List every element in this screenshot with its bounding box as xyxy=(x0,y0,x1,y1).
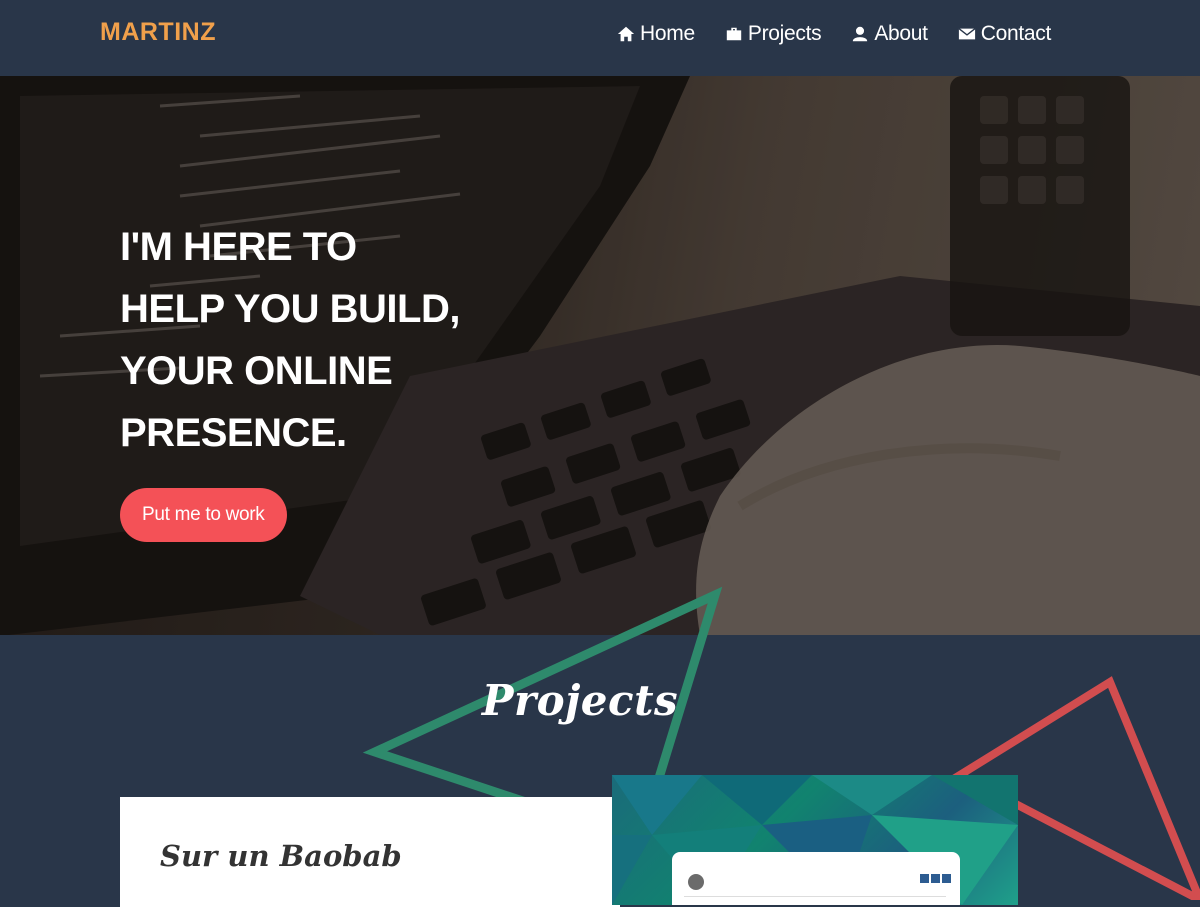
preview-header xyxy=(684,870,951,897)
user-icon xyxy=(853,26,868,42)
hero-headline-line: YOUR ONLINE xyxy=(120,349,393,393)
home-icon xyxy=(617,26,635,42)
hero-headline-line: PRESENCE. xyxy=(120,411,347,455)
nav-link-label: About xyxy=(874,22,928,45)
envelope-icon xyxy=(958,28,976,40)
put-me-to-work-button[interactable]: Put me to work xyxy=(120,488,287,542)
nav-link-contact[interactable]: Contact xyxy=(958,22,1051,46)
nav-link-label: Contact xyxy=(980,22,1052,45)
hero-section: I'M HERE TO HELP YOU BUILD, YOUR ONLINE … xyxy=(0,76,1200,635)
preview-logo-icon xyxy=(688,874,704,890)
nav-link-about[interactable]: About xyxy=(851,22,928,46)
preview-button-icon xyxy=(942,874,951,883)
project-thumbnail[interactable] xyxy=(612,775,1018,905)
nav-link-projects[interactable]: Projects xyxy=(725,22,822,46)
hero-content: I'M HERE TO HELP YOU BUILD, YOUR ONLINE … xyxy=(120,216,500,542)
hero-headline: I'M HERE TO HELP YOU BUILD, YOUR ONLINE … xyxy=(120,216,500,464)
projects-heading: Projects xyxy=(481,676,679,725)
nav-menu: Home Projects About Contact xyxy=(617,22,1051,46)
project-card[interactable]: Sur un Baobab xyxy=(120,797,620,907)
brand-logo[interactable]: MARTINZ xyxy=(100,18,216,47)
preview-button-icon xyxy=(920,874,929,883)
nav-link-label: Home xyxy=(640,22,695,45)
website-preview xyxy=(672,852,960,905)
nav-link-label: Projects xyxy=(747,22,822,45)
hero-headline-line: HELP YOU BUILD, xyxy=(120,287,460,331)
nav-link-home[interactable]: Home xyxy=(617,22,695,46)
preview-button-icon xyxy=(931,874,940,883)
hero-headline-line: I'M HERE TO xyxy=(120,225,357,269)
project-title: Sur un Baobab xyxy=(160,839,402,873)
briefcase-icon xyxy=(726,27,742,41)
navbar: MARTINZ Home Projects About Contact xyxy=(0,0,1200,76)
